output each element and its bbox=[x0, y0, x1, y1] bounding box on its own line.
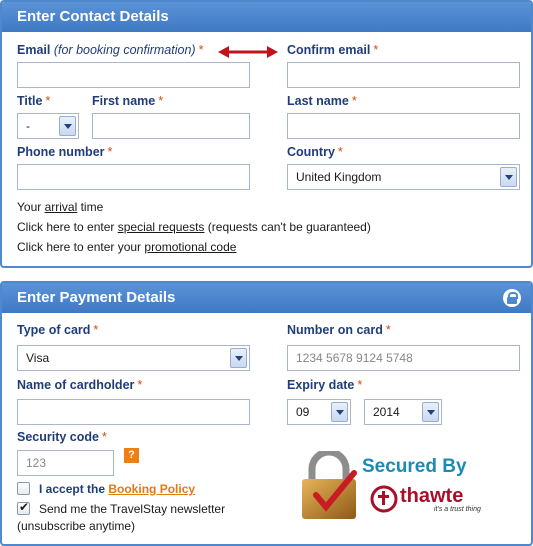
promo-code-link[interactable]: promotional code bbox=[144, 240, 236, 254]
required-mark: * bbox=[107, 145, 113, 159]
expiry-label-text: Expiry date bbox=[287, 378, 355, 392]
arrival-pre-text: Your bbox=[17, 200, 45, 214]
accept-policy-text: I accept the Booking Policy bbox=[39, 482, 195, 496]
card-number-label: Number on card * bbox=[287, 323, 391, 337]
email-label: Email (for booking confirmation) * bbox=[17, 43, 203, 57]
first-name-label: First name * bbox=[92, 94, 163, 108]
required-mark: * bbox=[373, 43, 379, 57]
booking-policy-link[interactable]: Booking Policy bbox=[108, 482, 195, 496]
chevron-down-icon bbox=[59, 116, 76, 136]
payment-details-panel: Enter Payment Details Type of card * Numb… bbox=[0, 281, 533, 546]
email-label-text: Email bbox=[17, 43, 51, 57]
cardholder-label: Name of cardholder * bbox=[17, 378, 142, 392]
country-label: Country * bbox=[287, 145, 343, 159]
expiry-month-select[interactable]: 09 bbox=[287, 399, 351, 425]
required-mark: * bbox=[351, 94, 357, 108]
required-mark: * bbox=[357, 378, 363, 392]
newsletter-checkbox[interactable] bbox=[17, 500, 30, 515]
first-name-label-text: First name bbox=[92, 94, 156, 108]
country-select[interactable]: United Kingdom bbox=[287, 164, 520, 190]
first-name-field[interactable] bbox=[92, 113, 250, 139]
chevron-down-icon bbox=[230, 348, 247, 368]
card-type-label-text: Type of card bbox=[17, 323, 91, 337]
special-pre-text: Click here to enter bbox=[17, 220, 118, 234]
thawte-name: thawte bbox=[400, 485, 464, 507]
phone-field[interactable] bbox=[17, 164, 250, 190]
required-mark: * bbox=[137, 378, 143, 392]
confirm-email-label-text: Confirm email bbox=[287, 43, 371, 57]
card-type-select[interactable]: Visa bbox=[17, 345, 250, 371]
cardholder-label-text: Name of cardholder bbox=[17, 378, 135, 392]
required-mark: * bbox=[385, 323, 391, 337]
security-label-text: Security code bbox=[17, 430, 99, 444]
newsletter-text-line2: (unsubscribe anytime) bbox=[17, 519, 136, 533]
arrival-time-line: Your arrival time bbox=[17, 200, 103, 214]
cardholder-field[interactable] bbox=[17, 399, 250, 425]
email-field[interactable] bbox=[17, 62, 250, 88]
help-icon[interactable]: ? bbox=[124, 448, 139, 463]
special-post-text: (requests can't be guaranteed) bbox=[204, 220, 371, 234]
chevron-down-icon bbox=[500, 167, 517, 187]
lock-icon bbox=[503, 289, 521, 307]
payment-header-title: Enter Payment Details bbox=[17, 289, 176, 306]
expiry-label: Expiry date * bbox=[287, 378, 362, 392]
required-mark: * bbox=[198, 43, 204, 57]
last-name-label-text: Last name bbox=[287, 94, 349, 108]
last-name-field[interactable] bbox=[287, 113, 520, 139]
special-requests-link[interactable]: special requests bbox=[118, 220, 205, 234]
padlock-icon bbox=[302, 451, 357, 519]
special-requests-line: Click here to enter special requests (re… bbox=[17, 220, 371, 234]
newsletter-text-line1: Send me the TravelStay newsletter bbox=[39, 502, 226, 516]
chevron-down-icon bbox=[331, 402, 348, 422]
required-mark: * bbox=[101, 430, 107, 444]
thawte-logo-icon bbox=[370, 485, 398, 513]
card-type-value: Visa bbox=[26, 351, 50, 365]
title-label: Title * bbox=[17, 94, 50, 108]
expiry-month-value: 09 bbox=[296, 405, 310, 419]
required-mark: * bbox=[158, 94, 164, 108]
required-mark: * bbox=[337, 145, 343, 159]
security-code-field[interactable]: 123 bbox=[17, 450, 114, 476]
contact-panel-header: Enter Contact Details bbox=[2, 2, 531, 32]
payment-panel-header: Enter Payment Details bbox=[2, 283, 531, 313]
accept-pre-text: I accept the bbox=[39, 482, 109, 496]
title-select-value: - bbox=[26, 119, 30, 133]
thawte-brand: thawte it's a trust thing bbox=[400, 486, 481, 513]
security-code-placeholder: 123 bbox=[26, 456, 47, 470]
phone-label-text: Phone number bbox=[17, 145, 105, 159]
phone-label: Phone number * bbox=[17, 145, 112, 159]
security-code-label: Security code * bbox=[17, 430, 107, 444]
card-number-placeholder: 1234 5678 9124 5748 bbox=[296, 351, 413, 365]
arrival-link[interactable]: arrival bbox=[45, 200, 78, 214]
email-note: (for booking confirmation) bbox=[53, 43, 196, 57]
card-number-label-text: Number on card bbox=[287, 323, 383, 337]
title-label-text: Title bbox=[17, 94, 43, 108]
expiry-year-value: 2014 bbox=[373, 405, 400, 419]
required-mark: * bbox=[93, 323, 99, 337]
required-mark: * bbox=[45, 94, 51, 108]
secured-by-text: Secured By bbox=[362, 456, 467, 477]
expiry-year-select[interactable]: 2014 bbox=[364, 399, 442, 425]
arrival-post-text: time bbox=[77, 200, 104, 214]
title-select[interactable]: - bbox=[17, 113, 79, 139]
country-select-value: United Kingdom bbox=[296, 170, 382, 184]
last-name-label: Last name * bbox=[287, 94, 357, 108]
country-label-text: Country bbox=[287, 145, 335, 159]
promo-code-line: Click here to enter your promotional cod… bbox=[17, 240, 236, 254]
double-arrow-icon bbox=[218, 46, 278, 58]
card-type-label: Type of card * bbox=[17, 323, 98, 337]
confirm-email-label: Confirm email * bbox=[287, 43, 378, 57]
accept-policy-checkbox[interactable] bbox=[17, 482, 30, 495]
thawte-tagline: it's a trust thing bbox=[434, 506, 481, 513]
chevron-down-icon bbox=[422, 402, 439, 422]
contact-details-panel: Enter Contact Details Email (for booking… bbox=[0, 0, 533, 268]
promo-pre-text: Click here to enter your bbox=[17, 240, 145, 254]
confirm-email-field[interactable] bbox=[287, 62, 520, 88]
card-number-field[interactable]: 1234 5678 9124 5748 bbox=[287, 345, 520, 371]
